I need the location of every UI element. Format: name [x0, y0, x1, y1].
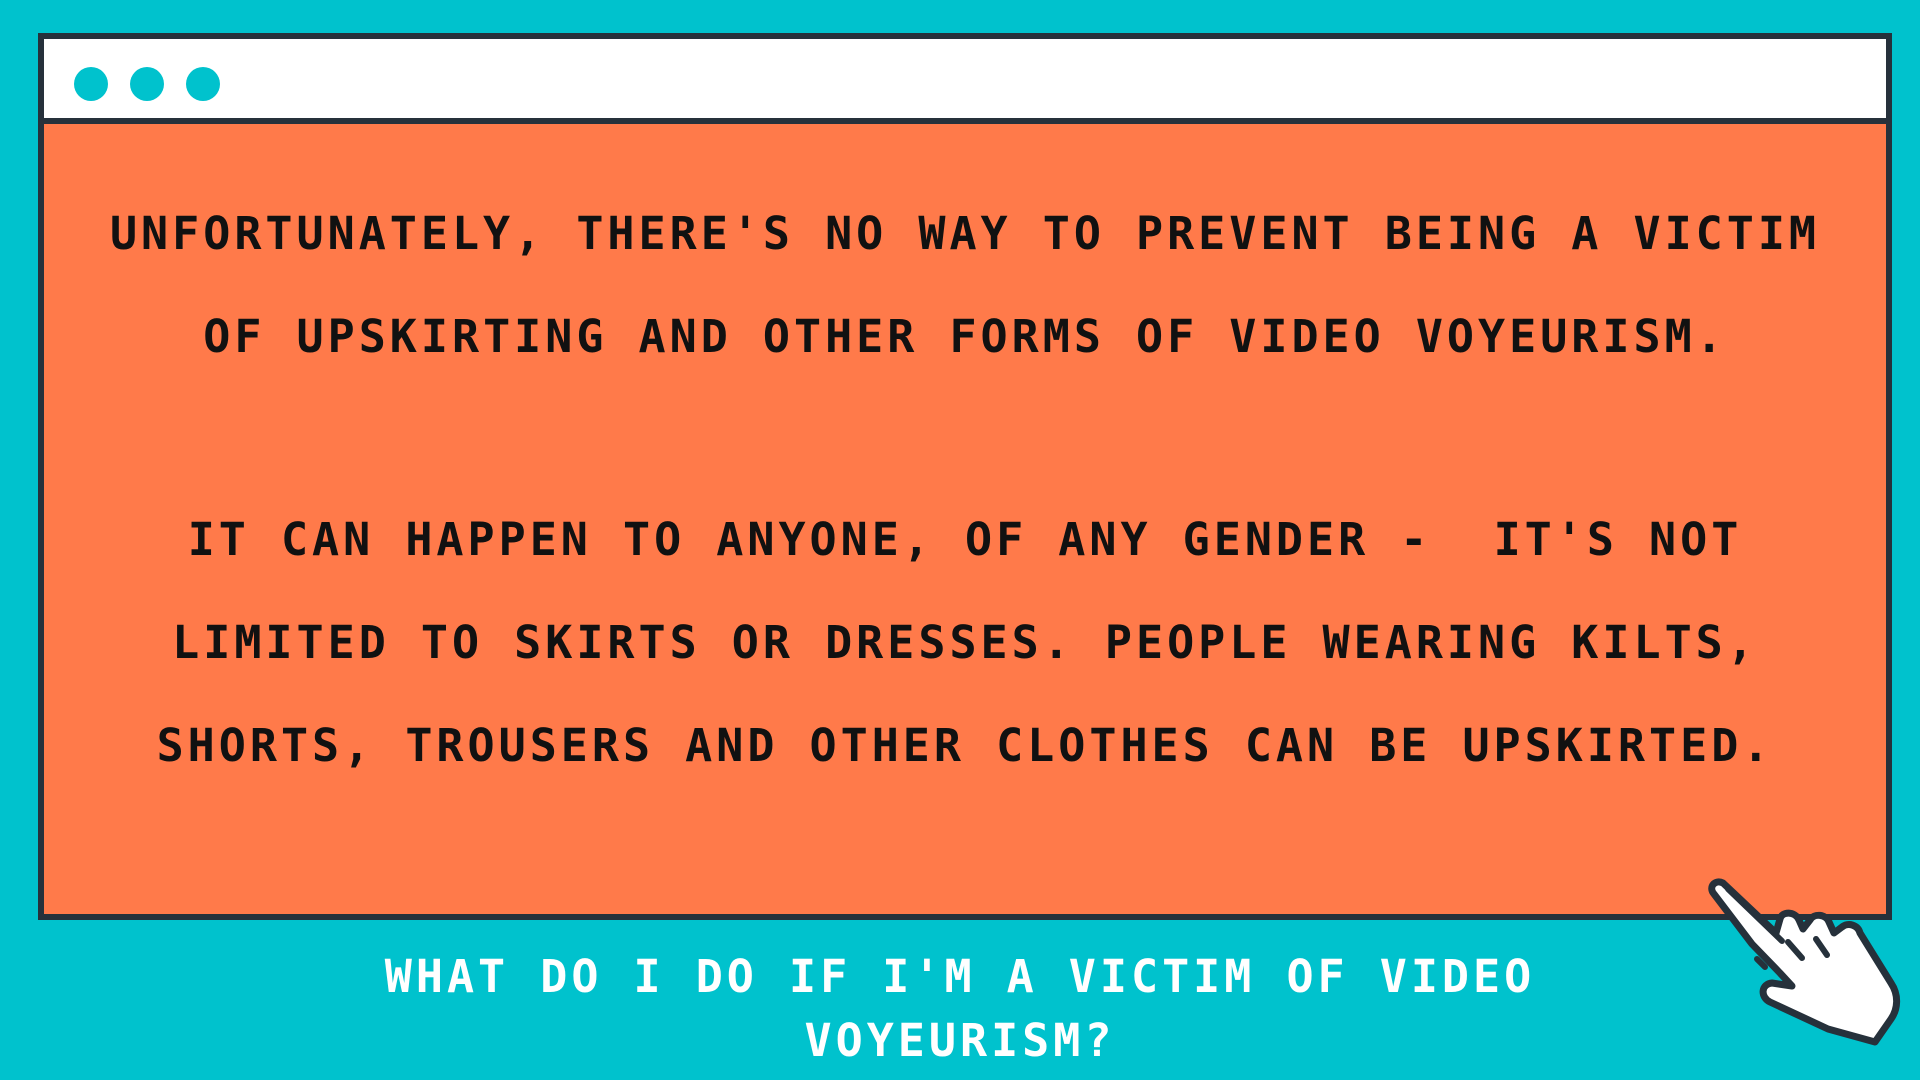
footer-question-link[interactable]: WHAT DO I DO IF I'M A VICTIM OF VIDEO VO…	[360, 945, 1560, 1073]
window-dot-3[interactable]	[186, 67, 220, 101]
window-dot-2[interactable]	[130, 67, 164, 101]
info-paragraph-2: IT CAN HAPPEN TO ANYONE, OF ANY GENDER -…	[156, 513, 1789, 772]
browser-window: UNFORTUNATELY, THERE'S NO WAY TO PREVENT…	[38, 33, 1892, 920]
window-dot-1[interactable]	[74, 67, 108, 101]
window-title-bar	[44, 39, 1886, 124]
pointing-hand-cursor-icon	[1708, 878, 1901, 1046]
window-content: UNFORTUNATELY, THERE'S NO WAY TO PREVENT…	[44, 124, 1886, 914]
info-paragraph-1: UNFORTUNATELY, THERE'S NO WAY TO PREVENT…	[109, 207, 1852, 363]
